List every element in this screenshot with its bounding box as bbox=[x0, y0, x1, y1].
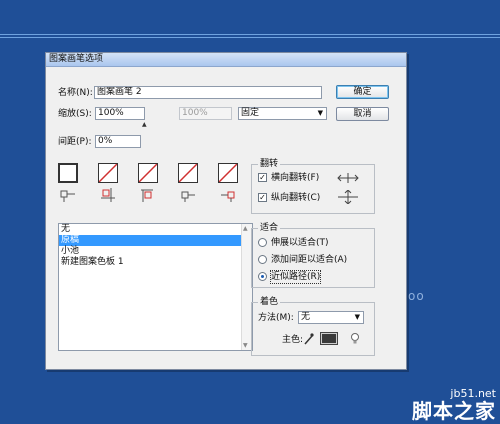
spacing-label: 间距(P): bbox=[58, 137, 92, 147]
list-item[interactable]: 新建图案色板 1 bbox=[59, 257, 252, 268]
end-tile-button[interactable] bbox=[218, 163, 238, 183]
fit-add-space-label[interactable]: 添加间距以适合(A) bbox=[271, 254, 347, 266]
scroll-down-icon[interactable]: ▼ bbox=[243, 342, 248, 349]
watermark-name: 脚本之家 bbox=[412, 399, 496, 423]
key-color-label: 主色: bbox=[282, 335, 304, 345]
scale-max-field: 100% bbox=[179, 107, 232, 120]
scroll-up-icon[interactable]: ▲ bbox=[243, 225, 248, 232]
outer-corner-tile-icon bbox=[100, 187, 116, 203]
flip-vertical-icon bbox=[337, 189, 359, 207]
name-field[interactable]: 图案画笔 2 bbox=[94, 86, 322, 99]
scale-mode-value: 固定 bbox=[241, 108, 260, 118]
flip-vertical-checkbox[interactable]: ✓ bbox=[258, 193, 267, 202]
watermark: jb51.net 脚本之家 bbox=[412, 387, 496, 422]
end-tile-icon bbox=[220, 187, 236, 203]
dropdown-arrow-icon: ▼ bbox=[317, 109, 323, 117]
fit-group: 适合 伸展以适合(T) 添加间距以适合(A) 近似路径(R) bbox=[251, 222, 375, 288]
decorative-line bbox=[0, 37, 500, 38]
dropdown-arrow-icon: ▼ bbox=[354, 313, 360, 321]
cancel-button[interactable]: 取消 bbox=[336, 107, 389, 121]
colorization-group: 着色 方法(M): 无 ▼ 主色: bbox=[251, 296, 375, 356]
fit-stretch-label[interactable]: 伸展以适合(T) bbox=[271, 237, 329, 249]
fit-group-title: 适合 bbox=[258, 222, 281, 234]
inner-corner-tile-icon bbox=[140, 187, 156, 203]
ok-button[interactable]: 确定 bbox=[336, 85, 389, 99]
scale-label: 缩放(S): bbox=[58, 109, 92, 119]
scale-slider-icon[interactable]: ▲ bbox=[142, 121, 147, 128]
flip-horizontal-icon bbox=[337, 173, 359, 186]
spacing-field[interactable]: 0% bbox=[95, 135, 141, 148]
list-item[interactable]: 无 bbox=[59, 224, 252, 235]
colorization-group-title: 着色 bbox=[258, 296, 281, 308]
start-tile-button[interactable] bbox=[178, 163, 198, 183]
decorative-line bbox=[0, 34, 500, 35]
fit-add-space-radio[interactable] bbox=[258, 255, 267, 264]
scale-field[interactable]: 100% bbox=[95, 107, 145, 120]
flip-group: 翻转 ✓ 横向翻转(F) ✓ 纵向翻转(C) bbox=[251, 158, 375, 214]
fit-stretch-radio[interactable] bbox=[258, 238, 267, 247]
method-label: 方法(M): bbox=[258, 313, 294, 323]
outer-corner-tile-button[interactable] bbox=[98, 163, 118, 183]
side-tile-button[interactable] bbox=[58, 163, 78, 183]
name-label: 名称(N): bbox=[58, 88, 93, 98]
list-item-selected[interactable]: 原稿 bbox=[59, 235, 252, 246]
flip-horizontal-label[interactable]: 横向翻转(F) bbox=[271, 172, 319, 184]
fit-approximate-path-radio[interactable] bbox=[258, 272, 267, 281]
eyedropper-icon[interactable] bbox=[304, 333, 314, 348]
scale-mode-select[interactable]: 固定 ▼ bbox=[238, 107, 327, 120]
side-tile-icon bbox=[60, 187, 76, 203]
flip-group-title: 翻转 bbox=[258, 158, 281, 170]
key-color-swatch[interactable] bbox=[320, 332, 338, 345]
fit-approximate-path-label[interactable]: 近似路径(R) bbox=[269, 270, 322, 284]
tips-bulb-icon[interactable] bbox=[350, 332, 360, 348]
inner-corner-tile-button[interactable] bbox=[138, 163, 158, 183]
dialog-title: 图案画笔选项 bbox=[46, 53, 406, 67]
colorization-method-select[interactable]: 无 ▼ bbox=[298, 311, 364, 324]
colorization-method-value: 无 bbox=[301, 312, 311, 322]
background-partial-text: oo bbox=[408, 289, 425, 303]
list-item[interactable]: 小池 bbox=[59, 246, 252, 257]
pattern-brush-options-dialog: 图案画笔选项 名称(N): 图案画笔 2 确定 缩放(S): 100% ▲ 10… bbox=[45, 52, 407, 370]
flip-vertical-label[interactable]: 纵向翻转(C) bbox=[271, 192, 320, 204]
pattern-swatch-list[interactable]: 无 原稿 小池 新建图案色板 1 ▲ ▼ bbox=[58, 223, 253, 351]
start-tile-icon bbox=[180, 187, 196, 203]
flip-horizontal-checkbox[interactable]: ✓ bbox=[258, 173, 267, 182]
